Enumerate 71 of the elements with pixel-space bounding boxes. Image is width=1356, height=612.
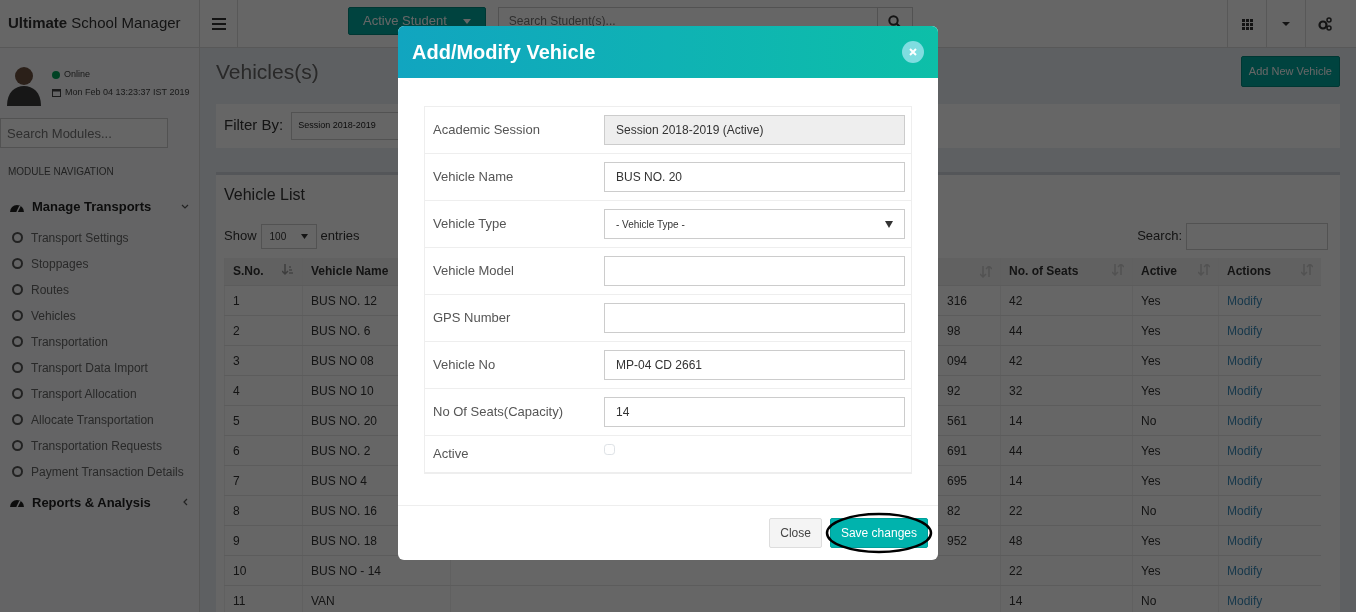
table-cell: BUS NO 08 [311, 353, 374, 368]
table-cell: 952 [947, 533, 968, 548]
table-cell: BUS NO. 6 [311, 323, 371, 338]
table-cell: Yes [1141, 353, 1161, 368]
table-cell: 8 [233, 503, 240, 518]
table-cell: 42 [1009, 293, 1023, 308]
search-label: Search: [1137, 227, 1182, 246]
app-title: Ultimate School Manager [0, 0, 200, 47]
table-cell: 48 [1009, 533, 1023, 548]
table-cell: 695 [947, 473, 968, 488]
table-cell: 92 [947, 383, 961, 398]
table-cell: No [1141, 593, 1157, 608]
field-label: Academic Session [433, 121, 541, 140]
table-cell: Yes [1141, 443, 1161, 458]
date-time: Mon Feb 04 13:23:37 IST 2019 [65, 85, 190, 99]
field-label: Vehicle Name [433, 168, 515, 187]
table-cell: 42 [1009, 353, 1023, 368]
table-cell: VAN [311, 593, 335, 608]
table-cell: 691 [947, 443, 968, 458]
card-title: Vehicle List [224, 184, 306, 205]
table-cell: 561 [947, 413, 968, 428]
table-cell: 44 [1009, 443, 1023, 458]
table-cell: 82 [947, 503, 961, 518]
table-cell: Yes [1141, 383, 1161, 398]
page-title: Vehicles(s) [216, 59, 319, 85]
table-cell: BUS NO 4 [311, 473, 367, 488]
table-cell: 11 [233, 593, 246, 608]
table-cell: 44 [1009, 323, 1023, 338]
table-cell: 14 [1009, 473, 1023, 488]
table-cell: 32 [1009, 383, 1023, 398]
table-cell: 7 [233, 473, 240, 488]
table-cell: BUS NO - 14 [311, 563, 382, 578]
table-cell: BUS NO. 12 [311, 293, 378, 308]
table-cell: Yes [1141, 533, 1161, 548]
table-cell: 5 [233, 413, 240, 428]
field-label: Vehicle No [433, 356, 497, 375]
table-cell: 094 [947, 353, 968, 368]
table-cell: 22 [1009, 563, 1023, 578]
status-text: Online [64, 68, 90, 81]
table-cell: 6 [233, 443, 240, 458]
table-cell: BUS NO 10 [311, 383, 374, 398]
table-cell: BUS NO. 2 [311, 443, 371, 458]
modal-title: Add/Modify Vehicle [412, 40, 596, 65]
table-cell: No [1141, 503, 1157, 518]
table-cell: Yes [1141, 563, 1161, 578]
section-header: MODULE NAVIGATION [7, 165, 115, 179]
table-cell: 316 [947, 293, 968, 308]
field-label: No Of Seats(Capacity) [433, 403, 565, 422]
table-cell: BUS NO. 16 [311, 503, 378, 518]
field-label: Active [433, 445, 470, 463]
table-cell: Yes [1141, 293, 1161, 308]
field-label: Vehicle Type [433, 215, 508, 234]
filter-label: Filter By: [224, 115, 284, 136]
table-cell: No [1141, 413, 1157, 428]
entries-label: entries [320, 227, 360, 246]
table-cell: Yes [1141, 473, 1161, 488]
table-cell: Yes [1141, 323, 1161, 338]
table-cell: 1 [233, 293, 240, 308]
table-cell: 14 [1009, 593, 1023, 608]
table-cell: 10 [233, 563, 247, 578]
table-cell: 98 [947, 323, 961, 338]
table-cell: 2 [233, 323, 240, 338]
table-cell: 9 [233, 533, 240, 548]
table-cell: BUS NO. 20 [311, 413, 378, 428]
show-label: Show [224, 227, 257, 246]
table-cell: 22 [1009, 503, 1023, 518]
field-label: GPS Number [433, 309, 512, 328]
table-cell: 14 [1009, 413, 1023, 428]
table-cell: BUS NO. 18 [311, 533, 378, 548]
table-cell: 3 [233, 353, 240, 368]
table-cell: 4 [233, 383, 240, 398]
